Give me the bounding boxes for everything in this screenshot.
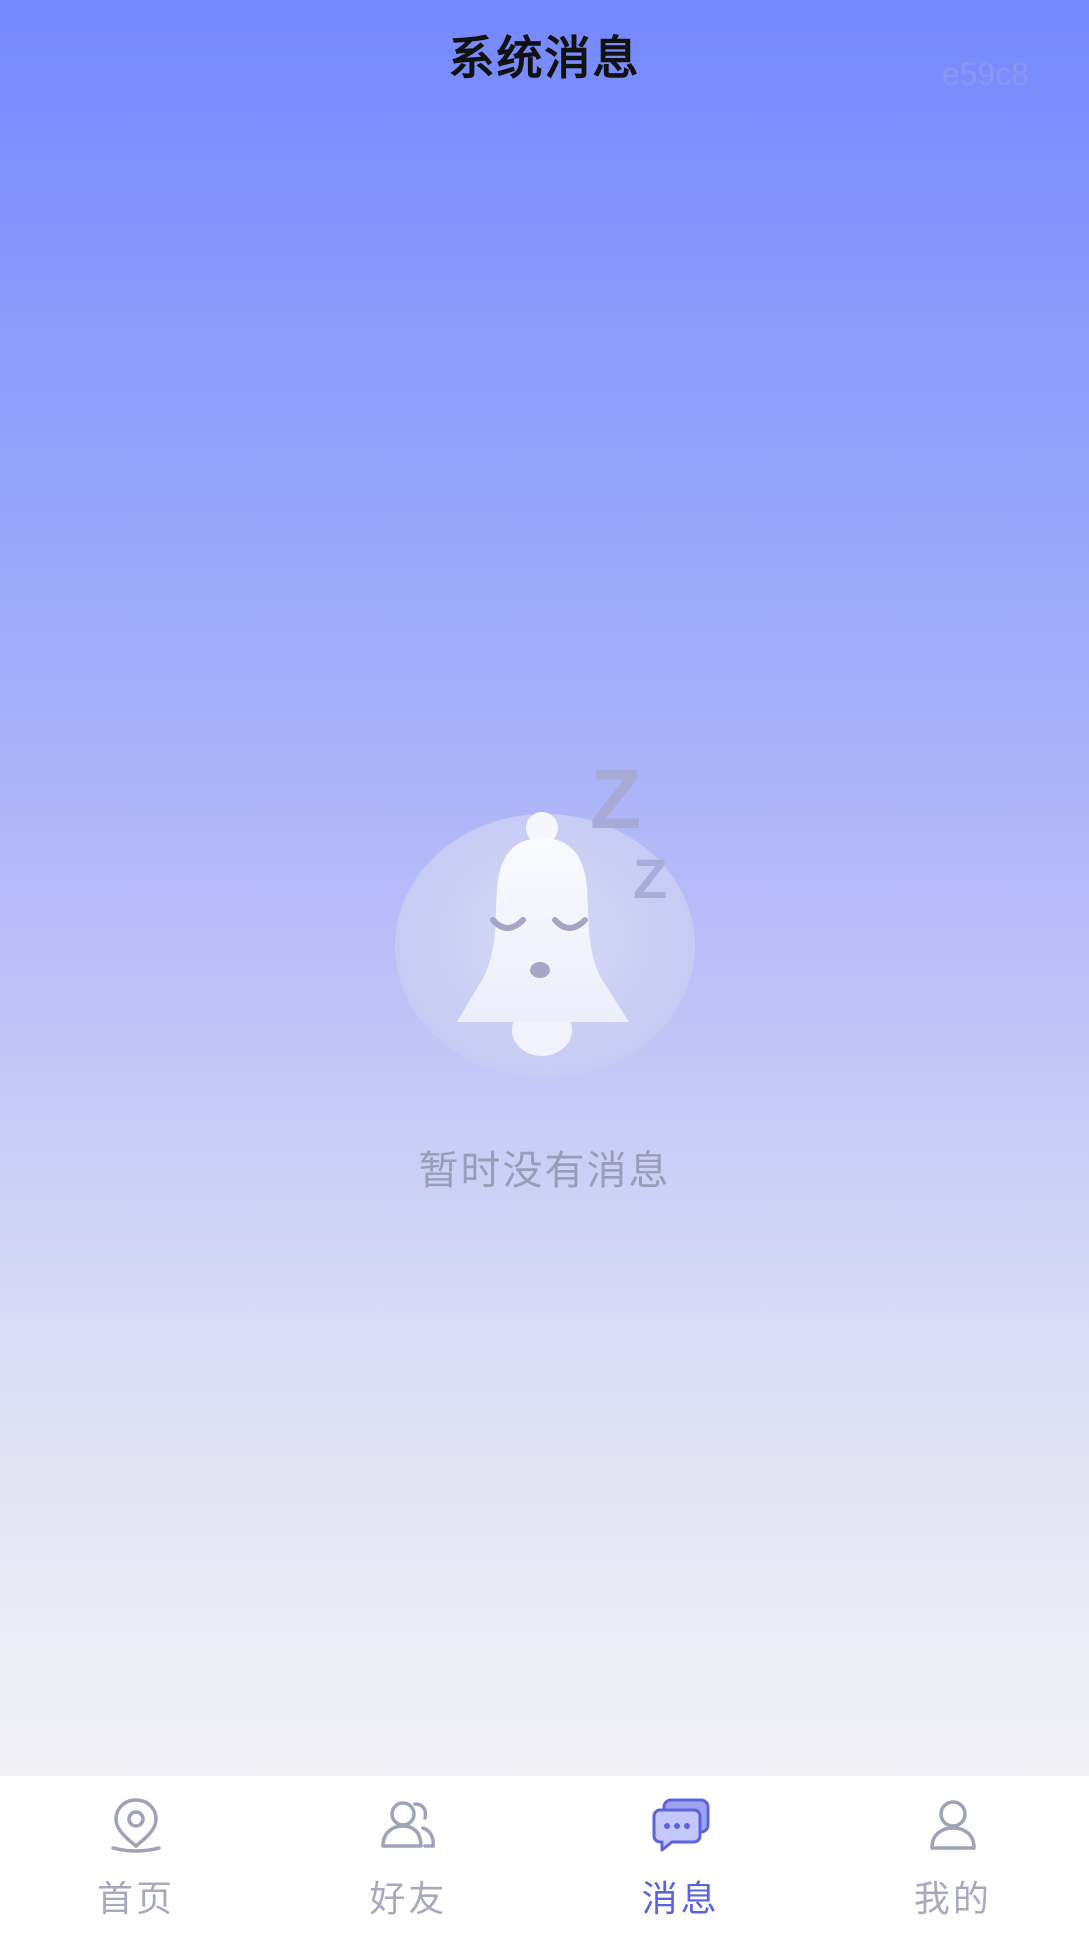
corner-code-label: e59c8: [941, 56, 1029, 92]
person-icon: [930, 1800, 976, 1850]
message-bubbles-icon: [652, 1798, 710, 1852]
tab-me[interactable]: 我的: [817, 1776, 1089, 1936]
sleeping-bell-icon: Z Z: [385, 752, 705, 1080]
tab-home[interactable]: 首页: [0, 1776, 272, 1936]
zz-small-text: Z: [633, 847, 667, 910]
tab-home-label: 首页: [97, 1879, 176, 1920]
page-title: 系统消息: [448, 31, 641, 85]
tab-messages[interactable]: 消息: [545, 1776, 817, 1936]
location-pin-icon: [111, 1798, 161, 1853]
system-messages-screen: 系统消息 e59c8 Z Z 暂时没有消息 首页 好友 消息 我的: [0, 0, 1089, 1936]
header: 系统消息 e59c8: [0, 0, 1089, 110]
bottom-tab-bar: 首页 好友 消息 我的: [0, 1776, 1089, 1936]
friends-icon: [381, 1801, 436, 1848]
tab-me-label: 我的: [913, 1879, 992, 1920]
empty-state: Z Z 暂时没有消息: [0, 752, 1089, 1200]
empty-message: 暂时没有消息: [418, 1148, 671, 1194]
zz-large-text: Z: [590, 760, 641, 846]
tab-friends-label: 好友: [369, 1879, 448, 1920]
tab-messages-label: 消息: [641, 1879, 720, 1920]
tab-friends[interactable]: 好友: [272, 1776, 544, 1936]
